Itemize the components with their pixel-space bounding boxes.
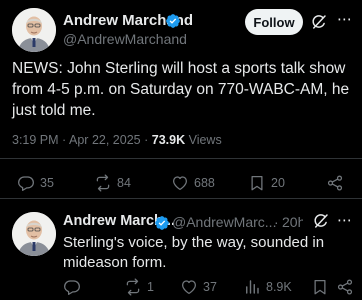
share-icon: [336, 278, 354, 296]
author-avatar[interactable]: [12, 8, 56, 52]
author-handle[interactable]: @AndrewMarchand: [63, 31, 187, 47]
share-button[interactable]: [326, 171, 344, 195]
reply-author-handle[interactable]: @AndrewMarc...: [172, 214, 276, 230]
like-button[interactable]: 688: [171, 171, 215, 195]
heart-icon: [171, 174, 189, 192]
reply-icon: [17, 174, 35, 192]
avatar-image: [12, 8, 56, 52]
repost-count: 1: [147, 280, 154, 294]
follow-button[interactable]: Follow: [245, 9, 303, 35]
repost-icon: [94, 174, 112, 192]
reply-header: Andrew March... @AndrewMarc... · 20h: [63, 213, 303, 231]
more-options-icon[interactable]: ⋯: [337, 213, 352, 228]
views-button[interactable]: 8.9K: [243, 275, 292, 299]
share-button[interactable]: [336, 275, 354, 299]
like-count: 37: [203, 280, 217, 294]
reply-button[interactable]: 35: [17, 171, 54, 195]
grok-icon[interactable]: [310, 13, 328, 31]
like-button[interactable]: 37: [180, 275, 217, 299]
bookmark-count: 20: [271, 176, 285, 190]
views-count: 8.9K: [266, 280, 292, 294]
post-metadata: 3:19 PM · Apr 22, 2025 · 73.9K Views: [12, 133, 222, 147]
bookmark-button[interactable]: 20: [248, 171, 285, 195]
reply-button[interactable]: [63, 275, 81, 299]
reply-action-bar: 1 37 8.9K: [0, 275, 362, 299]
views-count[interactable]: 73.9K: [152, 133, 185, 147]
reply-text: Sterling's voice, by the way, sounded in…: [63, 234, 325, 271]
analytics-icon: [243, 278, 261, 296]
verified-badge-icon[interactable]: [165, 13, 181, 29]
bookmark-icon: [248, 174, 266, 192]
reply-icon: [63, 278, 81, 296]
repost-button[interactable]: 84: [94, 171, 131, 195]
reply-count: 35: [40, 176, 54, 190]
reply-post[interactable]: Andrew March... @AndrewMarc... · 20h Ste…: [0, 199, 362, 300]
avatar-image: [12, 212, 56, 256]
main-post: Andrew Marchand @AndrewMarchand Follow ⋯…: [0, 0, 362, 199]
meta-separator: ·: [274, 214, 279, 230]
heart-icon: [180, 278, 198, 296]
verified-badge-icon[interactable]: [154, 215, 170, 231]
meta-separator: ·: [62, 133, 67, 147]
divider: [0, 158, 362, 159]
post-thread: Andrew Marchand @AndrewMarchand Follow ⋯…: [0, 0, 362, 300]
repost-count: 84: [117, 176, 131, 190]
meta-separator: ·: [144, 133, 149, 147]
post-time[interactable]: 3:19 PM: [12, 133, 59, 147]
post-text: NEWS: John Sterling will host a sports t…: [12, 60, 350, 119]
post-date[interactable]: Apr 22, 2025: [69, 133, 141, 147]
repost-button[interactable]: 1: [124, 275, 154, 299]
reply-author-avatar[interactable]: [12, 212, 56, 256]
grok-icon[interactable]: [312, 212, 330, 230]
views-label: Views: [188, 133, 222, 147]
repost-icon: [124, 278, 142, 296]
like-count: 688: [194, 176, 215, 190]
share-icon: [326, 174, 344, 192]
reply-time[interactable]: 20h: [282, 214, 303, 230]
bookmark-button[interactable]: [311, 275, 329, 299]
more-options-icon[interactable]: ⋯: [337, 12, 352, 27]
post-action-bar: 35 84 688 20: [0, 171, 362, 195]
bookmark-icon: [311, 278, 329, 296]
